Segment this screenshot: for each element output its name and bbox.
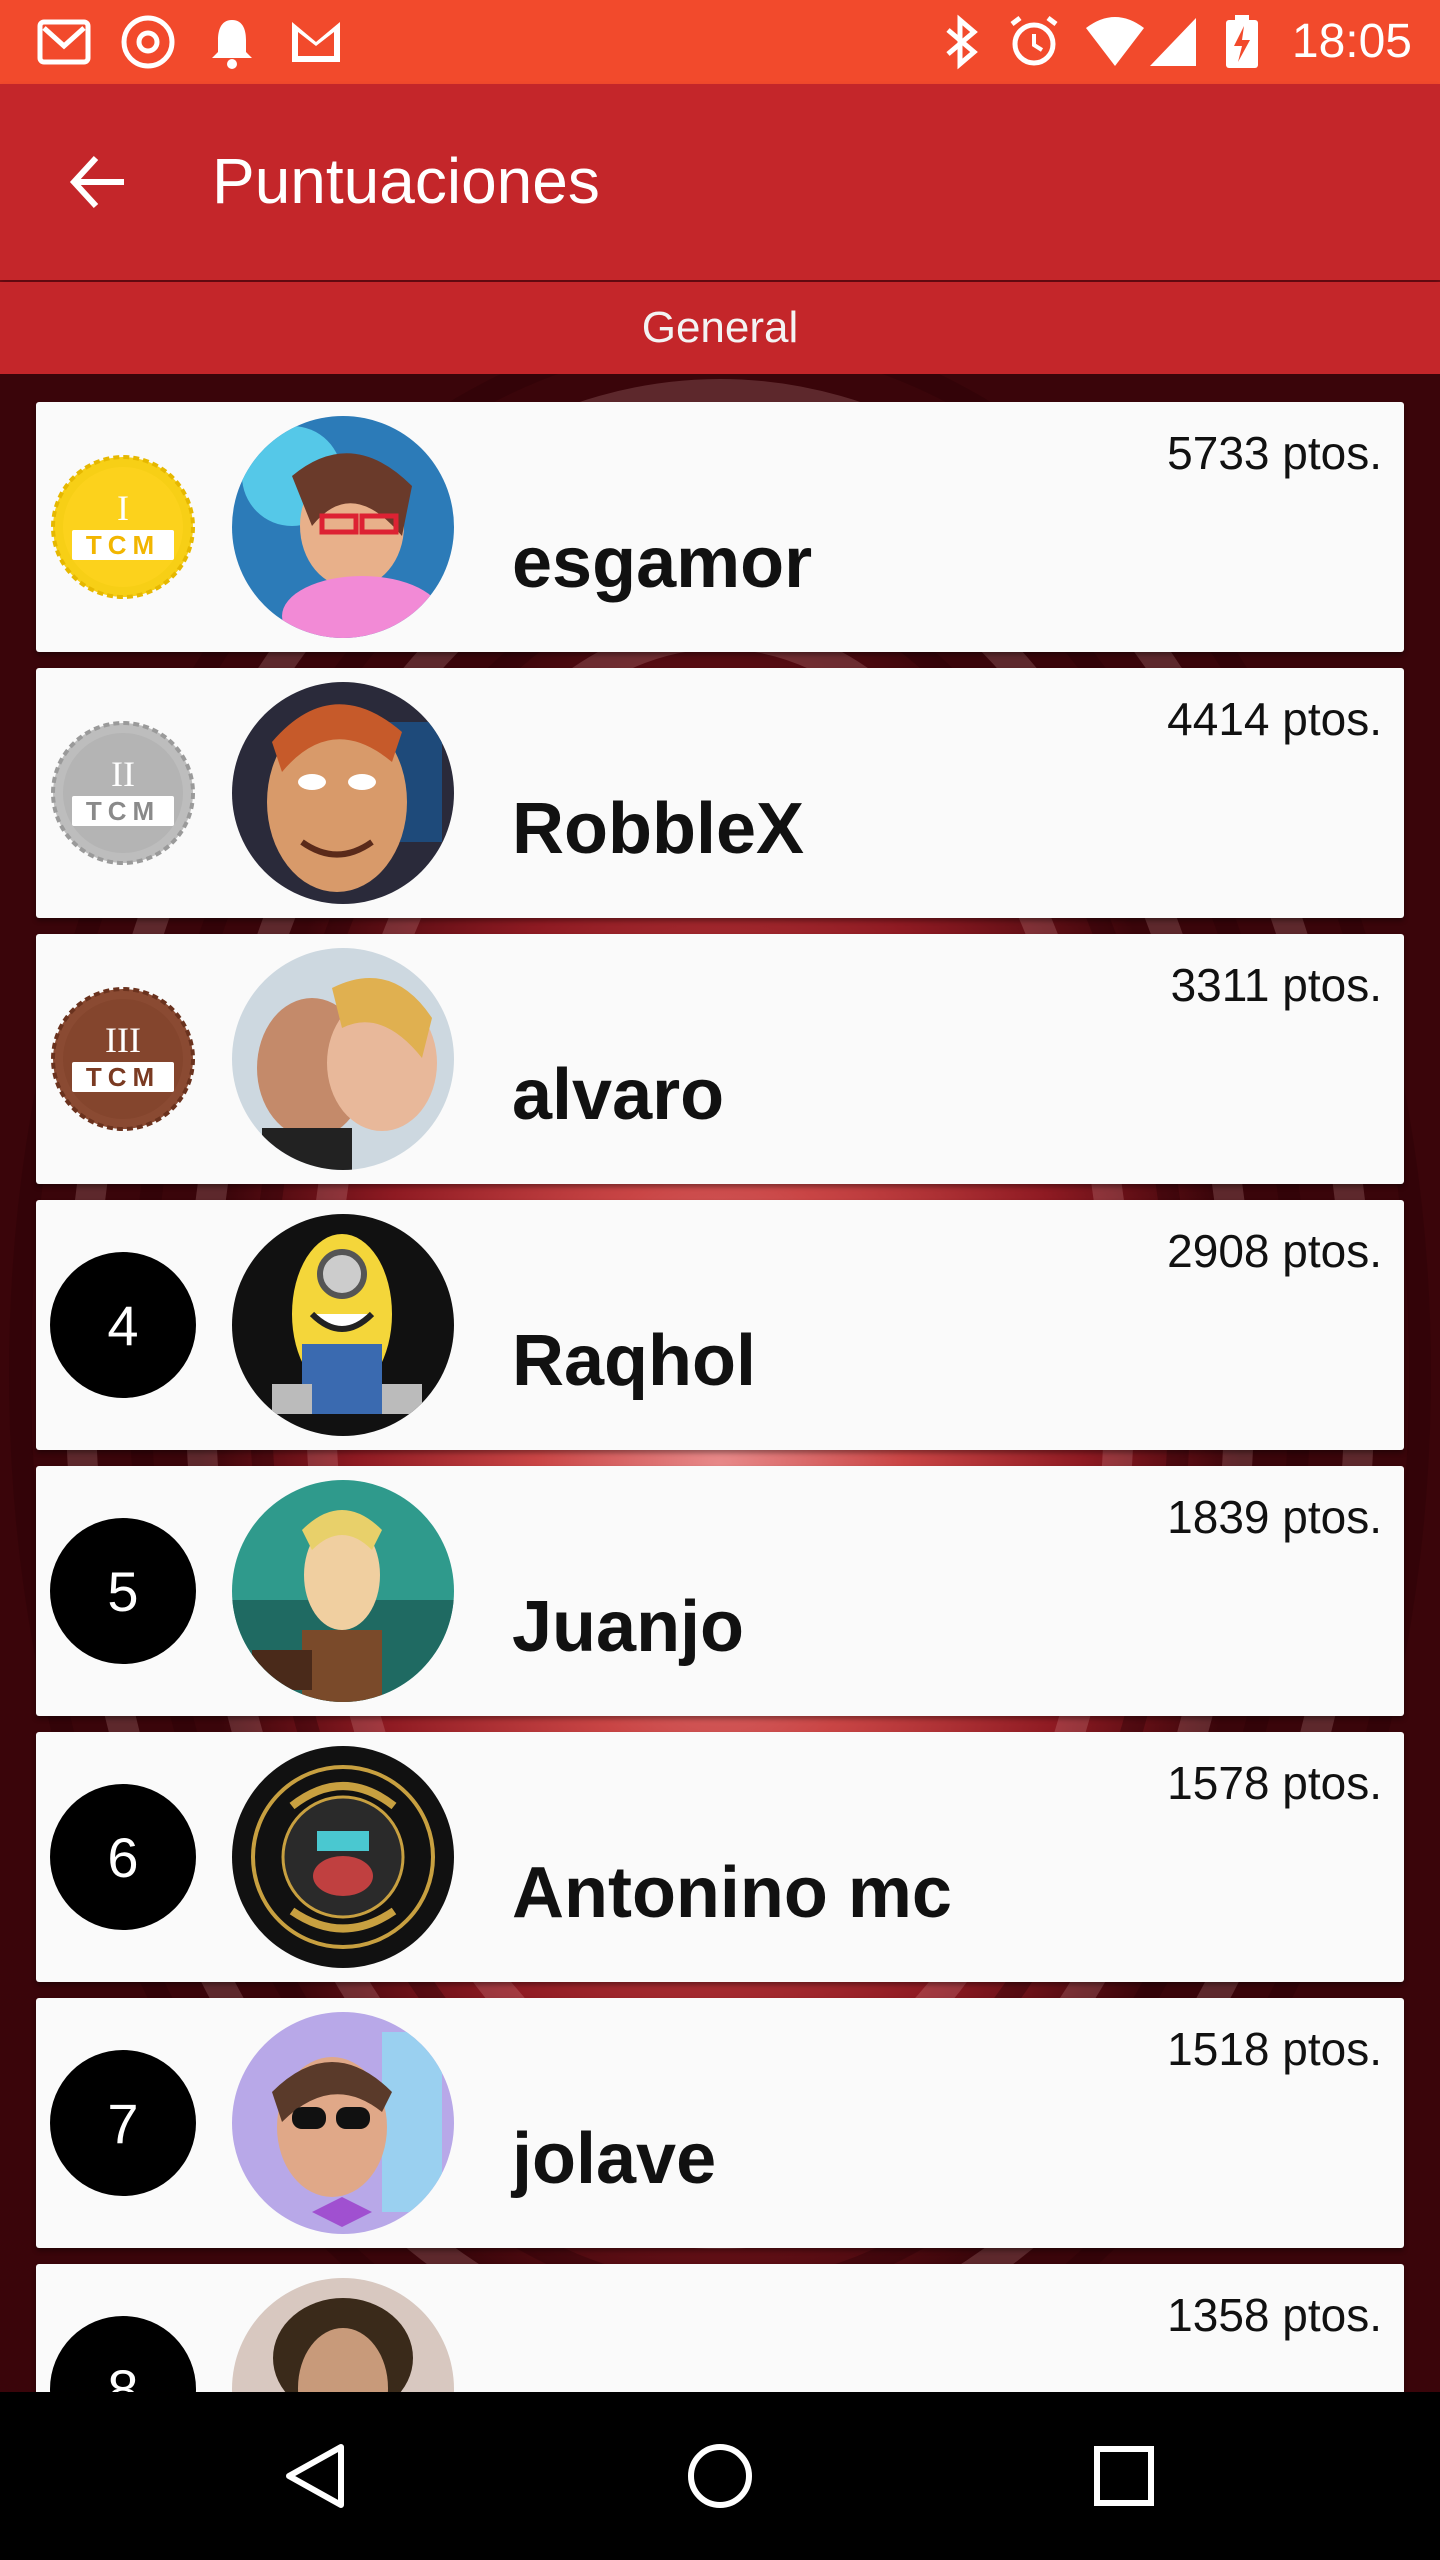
username: Raqhol (512, 1321, 756, 1401)
back-triangle-icon (286, 2444, 344, 2508)
bluetooth-icon (946, 14, 978, 70)
rank-badge: 5 (50, 1518, 196, 1664)
nav-home-button[interactable] (670, 2426, 770, 2526)
list-item[interactable]: 8 1358 ptos. (36, 2264, 1404, 2392)
navigation-bar (0, 2392, 1440, 2560)
username: esgamor (512, 523, 813, 603)
gmail-icon (292, 22, 340, 62)
status-time: 18:05 (1291, 15, 1412, 68)
medal-text: TCM (86, 530, 160, 560)
alarm-icon (1010, 16, 1058, 66)
list-item[interactable]: 7 1518 ptos. jolave (36, 1998, 1404, 2248)
rank-badge: 4 (50, 1252, 196, 1398)
arrow-left-icon (69, 155, 124, 209)
medal-text: TCM (86, 796, 160, 826)
nav-recents-button[interactable] (1074, 2426, 1174, 2526)
avatar (232, 948, 454, 1170)
tab-general[interactable]: General (642, 282, 799, 374)
wifi-icon (1086, 17, 1144, 66)
list-item[interactable]: I TCM 5733 ptos. esgamor (36, 402, 1404, 652)
points-label: 1578 ptos. (1167, 1757, 1382, 1809)
chrome-icon (121, 15, 175, 69)
back-button[interactable] (50, 134, 146, 230)
list-item[interactable]: 6 1578 ptos. Antonino mc (36, 1732, 1404, 1982)
medal-text: TCM (86, 1062, 160, 1092)
leaderboard-list[interactable]: I TCM 5733 ptos. esgamor II TCM 4414 pto… (0, 374, 1440, 2392)
notification-bell-icon (212, 20, 252, 69)
avatar (232, 2278, 454, 2392)
username: RobbleX (512, 789, 805, 869)
username: Antonino mc (512, 1853, 952, 1933)
silver-medal-icon: II TCM (51, 721, 195, 865)
points-label: 1839 ptos. (1167, 1491, 1382, 1543)
list-item[interactable]: 5 1839 ptos. Juanjo (36, 1466, 1404, 1716)
recents-square-icon (1094, 2446, 1154, 2506)
avatar (232, 682, 454, 904)
list-item[interactable]: III TCM 3311 ptos. alvaro (36, 934, 1404, 1184)
points-label: 1358 ptos. (1167, 2289, 1382, 2341)
avatar (232, 2012, 454, 2234)
medal-numeral: III (105, 1020, 141, 1060)
home-circle-icon (688, 2444, 752, 2508)
bronze-medal-icon: III TCM (51, 987, 195, 1131)
gmail-icon (37, 19, 91, 65)
rank-badge: 8 (50, 2316, 196, 2392)
avatar (232, 1746, 454, 1968)
username: Juanjo (512, 1587, 745, 1667)
battery-charging-icon (1226, 15, 1258, 68)
points-label: 4414 ptos. (1167, 693, 1382, 745)
signal-icon (1150, 18, 1196, 66)
list-item[interactable]: II TCM 4414 ptos. RobbleX (36, 668, 1404, 918)
username: jolave (512, 2119, 717, 2199)
list-item[interactable]: 4 2908 ptos. Raqhol (36, 1200, 1404, 1450)
points-label: 2908 ptos. (1167, 1225, 1382, 1277)
avatar (232, 416, 454, 638)
page-title: Puntuaciones (212, 145, 600, 217)
points-label: 5733 ptos. (1167, 427, 1382, 479)
points-label: 3311 ptos. (1170, 959, 1382, 1011)
app-bar: Puntuaciones (0, 84, 1440, 280)
medal-numeral: I (117, 488, 129, 528)
status-bar: 18:05 (0, 0, 1440, 84)
rank-badge: 7 (50, 2050, 196, 2196)
username: alvaro (512, 1055, 725, 1135)
points-label: 1518 ptos. (1167, 2023, 1382, 2075)
nav-back-button[interactable] (266, 2426, 366, 2526)
avatar (232, 1480, 454, 1702)
avatar (232, 1214, 454, 1436)
gold-medal-icon: I TCM (51, 455, 195, 599)
medal-numeral: II (111, 754, 135, 794)
rank-badge: 6 (50, 1784, 196, 1930)
tab-strip: General (0, 282, 1440, 374)
